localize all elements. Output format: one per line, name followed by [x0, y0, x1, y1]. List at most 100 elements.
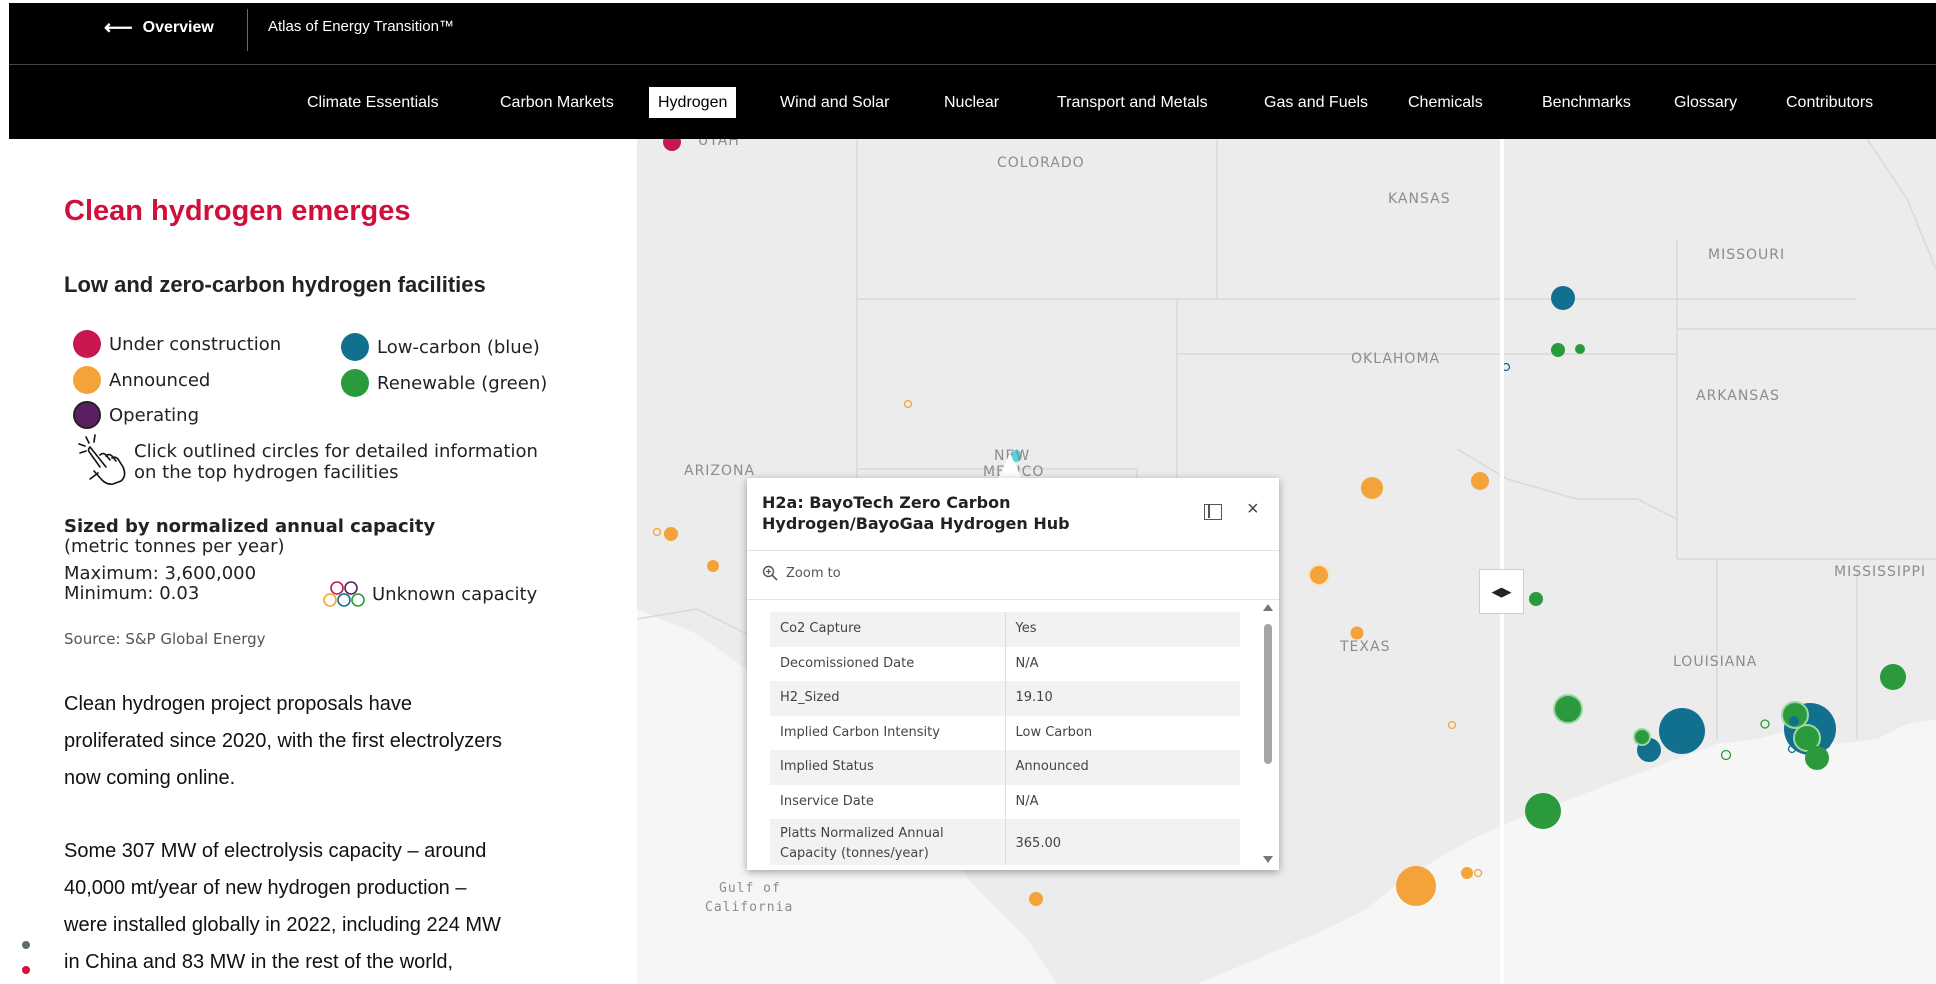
table-row: Co2 Capture Yes — [770, 612, 1240, 647]
renewable-swatch — [341, 369, 369, 397]
facility-marker[interactable] — [1471, 472, 1489, 490]
state-label-arkansas: ARKANSAS — [1696, 388, 1780, 404]
click-hint: Click outlined circles for detailed info… — [74, 433, 574, 487]
field-value: 365.00 — [1015, 836, 1062, 851]
facility-marker[interactable] — [664, 527, 678, 541]
facility-marker[interactable] — [1553, 694, 1583, 724]
overview-label: Overview — [142, 19, 214, 36]
facility-marker[interactable] — [1529, 592, 1543, 606]
hint-line-2: on the top hydrogen facilities — [134, 462, 399, 483]
swipe-divider[interactable] — [1500, 139, 1504, 984]
state-label-arizona: ARIZONA — [684, 463, 756, 479]
progress-dot-active[interactable] — [22, 966, 30, 974]
nav-carbon-markets[interactable]: Carbon Markets — [491, 87, 623, 118]
paragraph-line: proliferated since 2020, with the first … — [64, 730, 502, 752]
field-value: 19.10 — [1015, 690, 1053, 706]
table-row: H2_Sized 19.10 — [770, 681, 1240, 716]
facility-marker[interactable] — [1805, 746, 1829, 770]
facility-marker[interactable] — [663, 139, 681, 151]
scroll-down-icon[interactable] — [1263, 856, 1273, 863]
scroll-thumb[interactable] — [1264, 624, 1272, 764]
facility-marker[interactable] — [1760, 719, 1770, 729]
scroll-up-icon[interactable] — [1263, 604, 1273, 611]
field-name: Inservice Date — [770, 784, 1006, 819]
facility-marker[interactable] — [1525, 793, 1561, 829]
field-name: Implied Status — [770, 750, 1006, 785]
legend-announced: Announced — [73, 366, 210, 394]
facility-marker[interactable] — [1396, 866, 1436, 906]
size-minimum: Minimum: 0.03 — [64, 583, 200, 604]
unknown-capacity-label: Unknown capacity — [372, 583, 538, 605]
size-unit: (metric tonnes per year) — [64, 536, 285, 557]
paragraph-line: now coming online. — [64, 767, 236, 789]
close-icon[interactable]: × — [1247, 498, 1259, 521]
hint-line-1: Click outlined circles for detailed info… — [134, 441, 538, 462]
zoom-to-button[interactable]: Zoom to — [762, 565, 841, 581]
water-label-gulf-of-california: Gulf of California — [705, 879, 793, 917]
site-title[interactable]: Atlas of Energy Transition™ — [268, 18, 454, 35]
popup-separator — [747, 599, 1279, 600]
popup-scrollbar[interactable] — [1263, 604, 1273, 866]
progress-dot[interactable] — [22, 941, 30, 949]
facility-marker[interactable] — [1551, 286, 1575, 310]
nav-benchmarks[interactable]: Benchmarks — [1533, 87, 1640, 118]
facility-marker[interactable] — [1308, 564, 1330, 586]
legend-operating: Operating — [73, 401, 199, 429]
back-arrow-icon: ⟵ — [104, 17, 133, 39]
source-note: Source: S&P Global Energy — [64, 630, 266, 648]
facility-marker[interactable] — [903, 399, 913, 409]
facility-marker[interactable] — [1447, 720, 1457, 730]
state-label-kansas: KANSAS — [1388, 191, 1451, 207]
dock-icon[interactable] — [1204, 504, 1222, 520]
facility-marker[interactable] — [1633, 728, 1651, 746]
field-name: Implied Carbon Intensity — [770, 715, 1006, 750]
field-value: Low Carbon — [1015, 724, 1093, 740]
field-value: N/A — [1015, 793, 1039, 809]
facility-marker[interactable] — [1350, 626, 1364, 640]
nav-climate-essentials[interactable]: Climate Essentials — [298, 87, 448, 118]
low-carbon-swatch — [341, 333, 369, 361]
overview-back-link[interactable]: ⟵ Overview — [104, 18, 214, 38]
size-maximum: Maximum: 3,600,000 — [64, 563, 257, 584]
swipe-handle[interactable]: ◀▶ — [1479, 569, 1524, 614]
story-progress — [22, 941, 30, 984]
state-label-missouri: MISSOURI — [1708, 247, 1786, 263]
facility-marker[interactable] — [652, 527, 662, 537]
facility-marker[interactable] — [1551, 343, 1565, 357]
legend-under-construction: Under construction — [73, 330, 281, 358]
swipe-arrows-icon: ◀▶ — [1491, 583, 1512, 599]
main-nav: Climate Essentials Carbon Markets Hydrog… — [9, 65, 1936, 139]
legend-renewable: Renewable (green) — [341, 369, 547, 397]
table-row: Inservice Date N/A — [770, 784, 1240, 819]
facility-marker[interactable] — [1659, 708, 1705, 754]
popup-title: H2a: BayoTech Zero Carbon Hydrogen/BayoG… — [762, 493, 1070, 533]
facility-marker[interactable] — [1461, 867, 1473, 879]
popup-pointer — [998, 453, 1022, 479]
paragraph-line: Clean hydrogen project proposals have — [64, 693, 412, 715]
facility-marker[interactable] — [1029, 892, 1043, 906]
unknown-capacity-rings-icon — [323, 581, 365, 607]
paragraph-line: in China and 83 MW in the rest of the wo… — [64, 951, 454, 973]
facility-marker[interactable] — [1361, 477, 1383, 499]
nav-glossary[interactable]: Glossary — [1665, 87, 1746, 118]
nav-wind-and-solar[interactable]: Wind and Solar — [771, 87, 898, 118]
legend-label: Low-carbon (blue) — [377, 336, 540, 358]
nav-chemicals[interactable]: Chemicals — [1399, 87, 1492, 118]
facility-marker[interactable] — [1575, 344, 1585, 354]
nav-nuclear[interactable]: Nuclear — [935, 87, 1008, 118]
zoom-to-label: Zoom to — [786, 565, 841, 581]
click-hint-text: Click outlined circles for detailed info… — [134, 441, 574, 483]
nav-gas-and-fuels[interactable]: Gas and Fuels — [1255, 87, 1377, 118]
state-label-utah: UTAH — [698, 139, 740, 149]
legend-label: Operating — [109, 404, 199, 426]
nav-hydrogen[interactable]: Hydrogen — [649, 87, 737, 118]
nav-transport-and-metals[interactable]: Transport and Metals — [1048, 87, 1217, 118]
nav-contributors[interactable]: Contributors — [1777, 87, 1882, 118]
announced-swatch — [73, 366, 101, 394]
facility-marker[interactable] — [1789, 716, 1799, 726]
state-label-texas: TEXAS — [1340, 639, 1391, 655]
facility-marker[interactable] — [1880, 664, 1906, 690]
story-panel: Clean hydrogen emerges Low and zero-carb… — [0, 139, 637, 984]
facility-marker[interactable] — [707, 560, 719, 572]
state-label-louisiana: LOUISIANA — [1673, 654, 1758, 670]
